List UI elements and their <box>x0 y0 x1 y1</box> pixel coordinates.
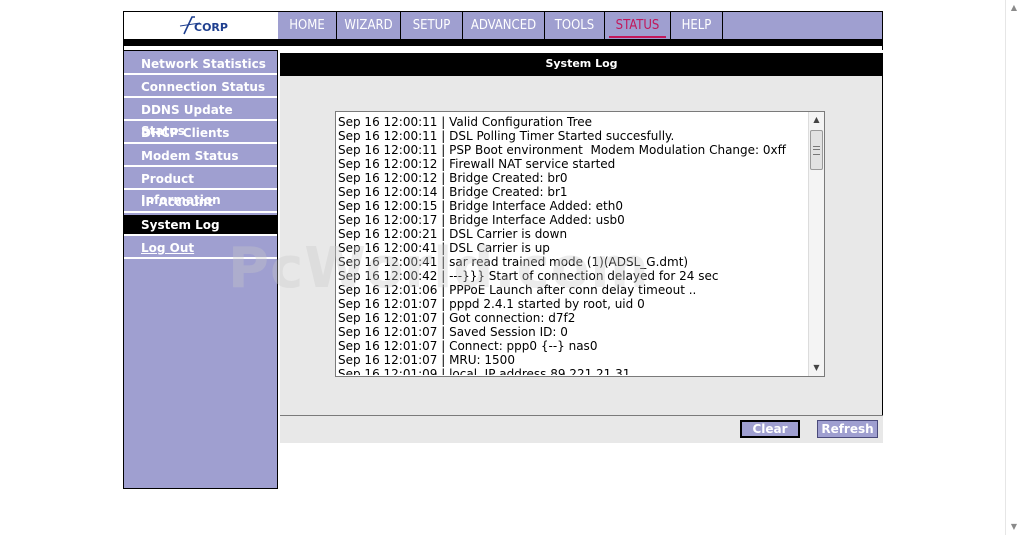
page-scrollbar[interactable]: ▲ ▼ <box>1005 0 1022 535</box>
tab-advanced[interactable]: ADVANCED <box>462 12 544 39</box>
sidebar-item-ip-account[interactable]: IP Account <box>124 192 277 213</box>
log-line: Sep 16 12:00:11 | Valid Configuration Tr… <box>338 115 593 129</box>
sidebar-item-network-statistics[interactable]: Network Statistics <box>124 54 277 75</box>
page-scroll-up-icon[interactable]: ▲ <box>1006 0 1022 16</box>
router-admin-frame: CORP HOME WIZARD SETUP ADVANCED TOOLS ST… <box>123 11 883 489</box>
log-line: Sep 16 12:00:42 | ---}}} Start of connec… <box>338 269 719 283</box>
log-line: Sep 16 12:00:41 | sar read trained mode … <box>338 255 689 269</box>
sidebar-item-connection-status[interactable]: Connection Status <box>124 77 277 98</box>
log-line: Sep 16 12:00:21 | DSL Carrier is down <box>338 227 568 241</box>
log-line: Sep 16 12:00:14 | Bridge Created: br1 <box>338 185 568 199</box>
sidebar: Network Statistics Connection Status DDN… <box>123 50 278 489</box>
sidebar-item-modem-status[interactable]: Modem Status <box>124 146 277 167</box>
scroll-thumb[interactable] <box>810 130 823 170</box>
button-bar: Clear Refresh <box>280 415 883 443</box>
acorp-logo: CORP <box>179 16 228 35</box>
log-line: Sep 16 12:00:15 | Bridge Interface Added… <box>338 199 623 213</box>
svg-text:CORP: CORP <box>194 21 228 34</box>
sidebar-item-dhcp-clients[interactable]: DHCP Clients <box>124 123 277 144</box>
log-line: Sep 16 12:01:07 | Saved Session ID: 0 <box>338 325 568 339</box>
grip-icon <box>813 146 820 155</box>
sidebar-item-product-information[interactable]: Product Information <box>124 169 277 207</box>
main-panel: Sep 16 12:00:11 | Valid Configuration Tr… <box>280 76 883 443</box>
tab-status[interactable]: STATUS <box>604 12 670 39</box>
log-line: Sep 16 12:01:06 | PPPoE Launch after con… <box>338 283 697 297</box>
log-content: Sep 16 12:00:11 | Valid Configuration Tr… <box>338 115 806 375</box>
logo-cell: CORP <box>123 11 278 40</box>
sidebar-item-log-out[interactable]: Log Out <box>124 238 277 259</box>
tab-help[interactable]: HELP <box>670 12 722 39</box>
log-scrollbar[interactable]: ▲ ▼ <box>808 112 824 376</box>
log-line: Sep 16 12:01:07 | MRU: 1500 <box>338 353 515 367</box>
log-line: Sep 16 12:00:41 | DSL Carrier is up <box>338 241 550 255</box>
clear-button[interactable]: Clear <box>740 420 800 438</box>
scroll-up-icon[interactable]: ▲ <box>809 112 824 128</box>
tab-wizard[interactable]: WIZARD <box>336 12 400 39</box>
log-line: Sep 16 12:00:11 | PSP Boot environment M… <box>338 143 786 157</box>
top-nav: HOME WIZARD SETUP ADVANCED TOOLS STATUS … <box>278 11 883 40</box>
tab-home[interactable]: HOME <box>278 12 336 39</box>
log-line: Sep 16 12:01:09 | local IP address 89.22… <box>338 367 631 375</box>
nav-filler <box>722 12 882 39</box>
log-line: Sep 16 12:00:11 | DSL Polling Timer Star… <box>338 129 675 143</box>
system-log-textarea[interactable]: Sep 16 12:00:11 | Valid Configuration Tr… <box>335 111 825 377</box>
tab-setup[interactable]: SETUP <box>400 12 462 39</box>
log-line: Sep 16 12:01:07 | pppd 2.4.1 started by … <box>338 297 645 311</box>
page-title: System Log <box>280 53 883 76</box>
tab-tools[interactable]: TOOLS <box>544 12 604 39</box>
sidebar-item-ddns-update-status[interactable]: DDNS Update Status <box>124 100 277 138</box>
page-scroll-down-icon[interactable]: ▼ <box>1006 519 1022 535</box>
log-line: Sep 16 12:00:12 | Firewall NAT service s… <box>338 157 616 171</box>
refresh-button[interactable]: Refresh <box>817 420 878 438</box>
log-line: Sep 16 12:00:17 | Bridge Interface Added… <box>338 213 625 227</box>
log-line: Sep 16 12:01:07 | Connect: ppp0 {--} nas… <box>338 339 598 353</box>
sidebar-item-system-log[interactable]: System Log <box>124 215 277 236</box>
log-line: Sep 16 12:01:07 | Got connection: d7f2 <box>338 311 576 325</box>
scroll-down-icon[interactable]: ▼ <box>809 360 824 376</box>
log-line: Sep 16 12:00:12 | Bridge Created: br0 <box>338 171 568 185</box>
